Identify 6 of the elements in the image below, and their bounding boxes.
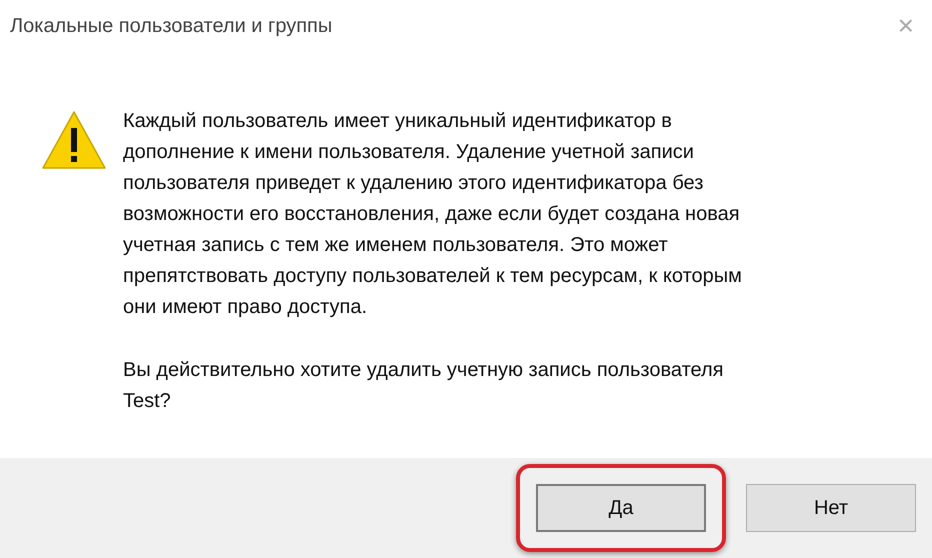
dialog-button[interactable]: Да (536, 484, 706, 532)
dialog-button[interactable]: Нет (746, 484, 916, 532)
message-text: Каждый пользователь имеет уникальный идентификатор в дополнение к имени пользователя. Удаление учетной записи пользователя приведет к удалению этого идентификатора без возможности его восстановления, даже если будет создана новая учетная запись с тем же именем пользователя. Это может препятствовать доступу пользователей к тем ресурсам, к которым они имеют право доступа. (123, 109, 742, 320)
message-text: Вы действительно хотите удалить учетную запись пользователя Test? (123, 358, 724, 414)
warning-icon (42, 110, 106, 170)
window-title: Локальные пользователи и группы (10, 14, 332, 39)
